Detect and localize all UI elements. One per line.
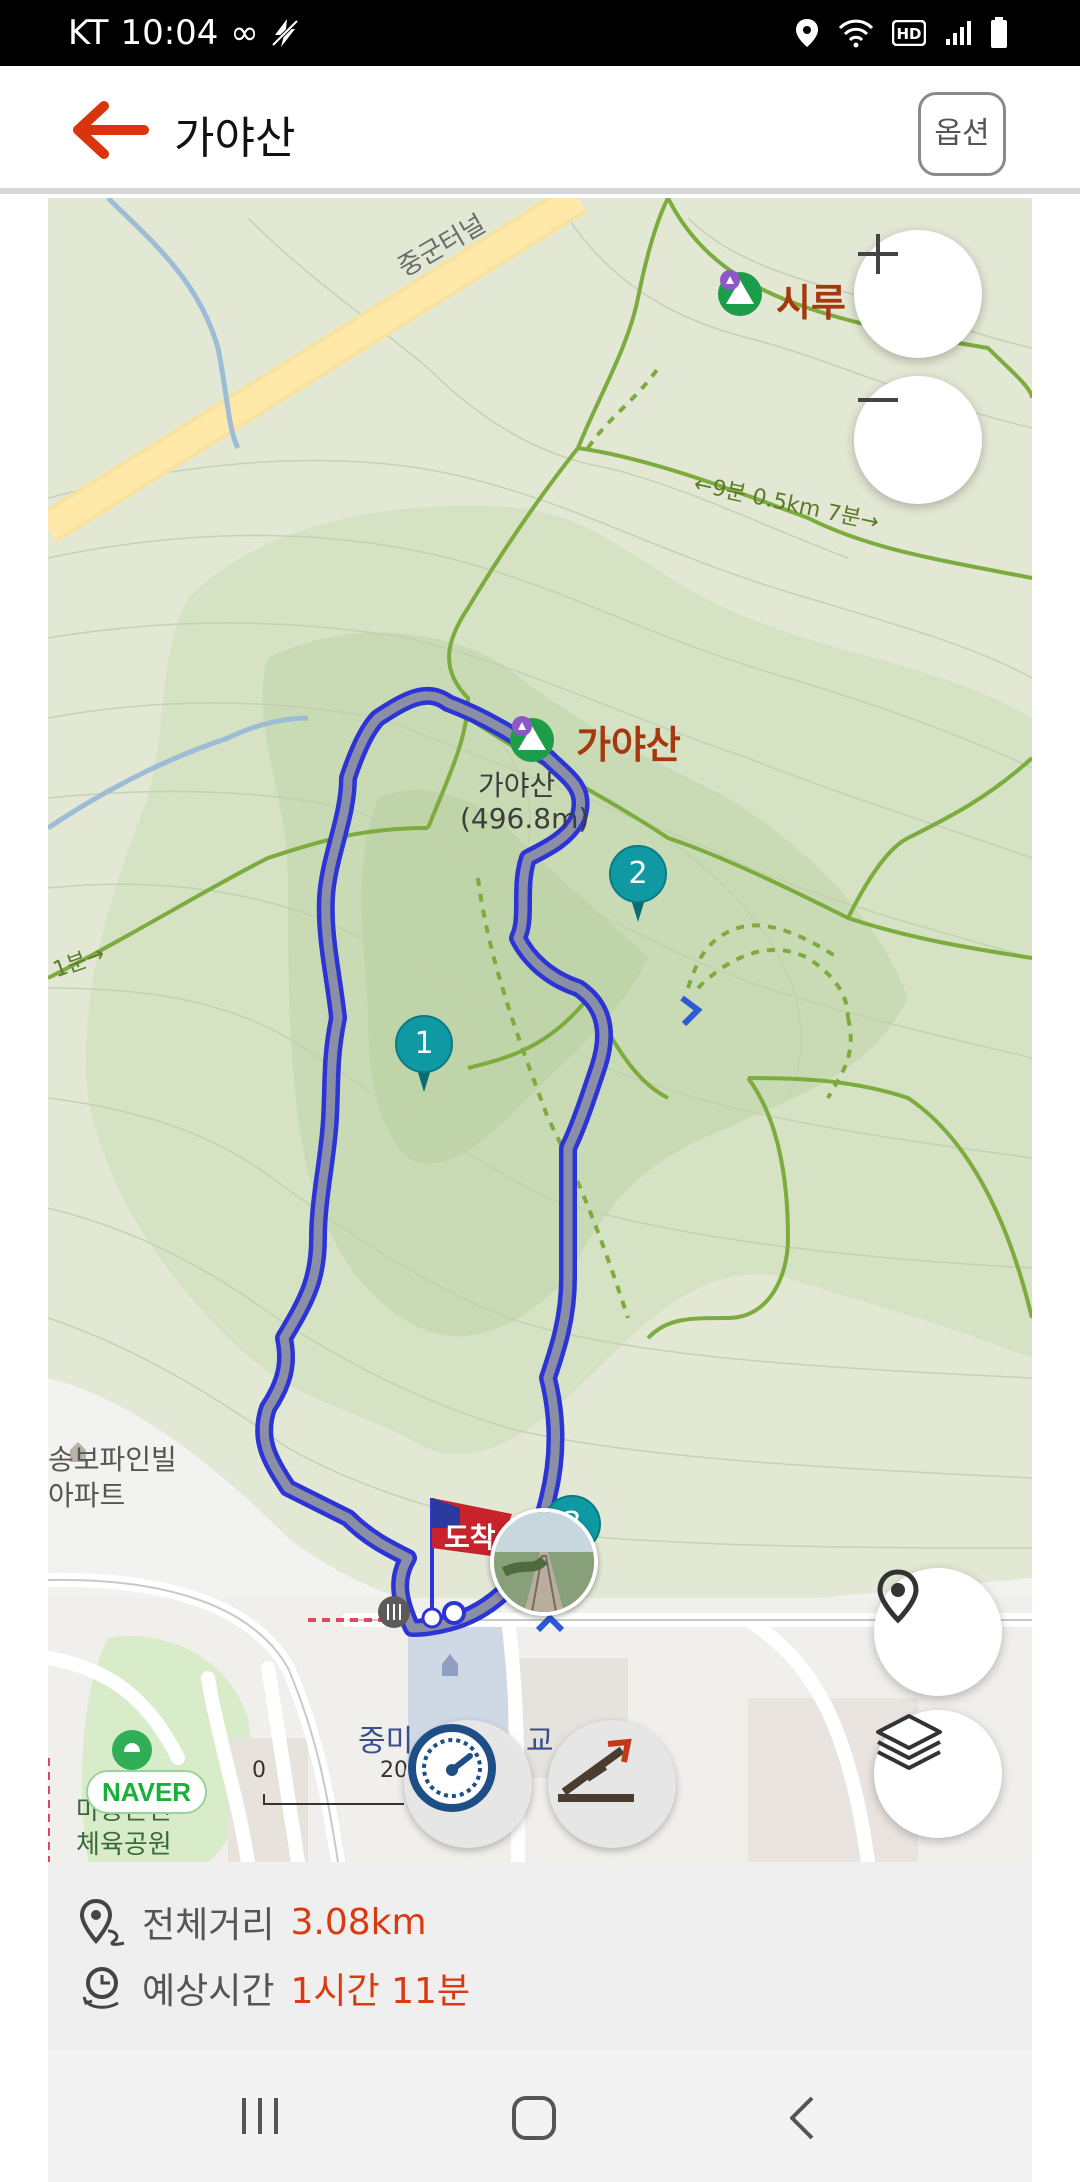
time-label: 예상시간 — [142, 1971, 275, 2012]
back-arrow-icon — [73, 101, 149, 159]
apartment-label-2: 아파트 — [48, 1479, 126, 1512]
route-info-panel: 전체거리 3.08km 예상시간 1시간 11분 — [48, 1862, 1032, 2050]
minus-icon — [858, 398, 898, 402]
carrier-label: KT — [68, 13, 109, 53]
map-view[interactable]: 중군터널 시루 ←9분 0.5km 7분→ 1분→ 가야산 가야산 (496.8… — [48, 198, 1032, 1862]
distance-row: 전체거리 3.08km — [78, 1896, 427, 1948]
signal-icon — [946, 21, 971, 45]
photo-thumbnail-marker[interactable] — [490, 1508, 598, 1616]
peak-label: 가야산 — [576, 723, 681, 767]
location-pin-icon — [877, 1569, 919, 1624]
infinity-icon: ∞ — [230, 13, 259, 53]
location-icon — [796, 19, 818, 47]
waypoint-marker-2[interactable]: 2 — [608, 844, 668, 924]
zoom-in-button[interactable] — [854, 230, 982, 358]
arrival-label: 도착 — [444, 1521, 496, 1554]
page-title: 가야산 — [174, 113, 296, 164]
time-row: 예상시간 1시간 11분 — [78, 1962, 470, 2014]
speedometer-button[interactable] — [404, 1720, 532, 1848]
peak-sub-label: 가야산 — [478, 769, 556, 802]
battery-icon — [991, 17, 1007, 48]
options-button[interactable]: 옵션 — [918, 92, 1006, 176]
speedometer-icon — [408, 1724, 496, 1812]
estimated-time-icon — [82, 1967, 119, 2009]
peak-elevation-label: (496.8m) — [460, 802, 590, 835]
back-icon[interactable] — [784, 2094, 820, 2142]
wifi-icon — [838, 19, 874, 48]
recent-apps-icon[interactable] — [238, 2096, 284, 2136]
waypoint-label-2: 2 — [628, 856, 648, 891]
elevation-profile-button[interactable] — [548, 1720, 676, 1848]
app-bar: 가야산 옵션 — [0, 66, 1080, 194]
home-icon[interactable] — [510, 2094, 558, 2142]
distance-label: 전체거리 — [142, 1905, 275, 1946]
status-bar: KT 10:04 ∞ HD — [0, 0, 1080, 66]
layers-icon — [876, 1714, 942, 1770]
time-value: 1시간 11분 — [290, 1971, 471, 2012]
svg-text:HD: HD — [896, 25, 921, 43]
distance-value: 3.08km — [290, 1901, 427, 1943]
siru-peak-label: 시루 — [776, 281, 846, 325]
map-layers-button[interactable] — [874, 1710, 1002, 1838]
my-location-button[interactable] — [874, 1568, 1002, 1696]
hd-icon: HD — [892, 20, 926, 46]
apartment-label-1: 송보파인빌 — [48, 1443, 177, 1476]
flash-off-icon — [271, 19, 299, 47]
zoom-out-button[interactable] — [854, 376, 982, 504]
clock: 10:04 — [120, 13, 219, 53]
system-nav-bar — [48, 2050, 1032, 2182]
waypoint-marker-1[interactable]: 1 — [394, 1014, 454, 1094]
park-label-2: 체육공원 — [76, 1830, 172, 1860]
back-button[interactable] — [64, 96, 154, 164]
scale-zero-label: 0 — [252, 1758, 266, 1783]
route-distance-icon — [79, 1898, 125, 1946]
waypoint-label-1: 1 — [414, 1026, 434, 1061]
naver-logo: NAVER — [86, 1770, 208, 1814]
elevation-slope-icon — [558, 1738, 634, 1802]
plus-icon — [858, 234, 898, 274]
